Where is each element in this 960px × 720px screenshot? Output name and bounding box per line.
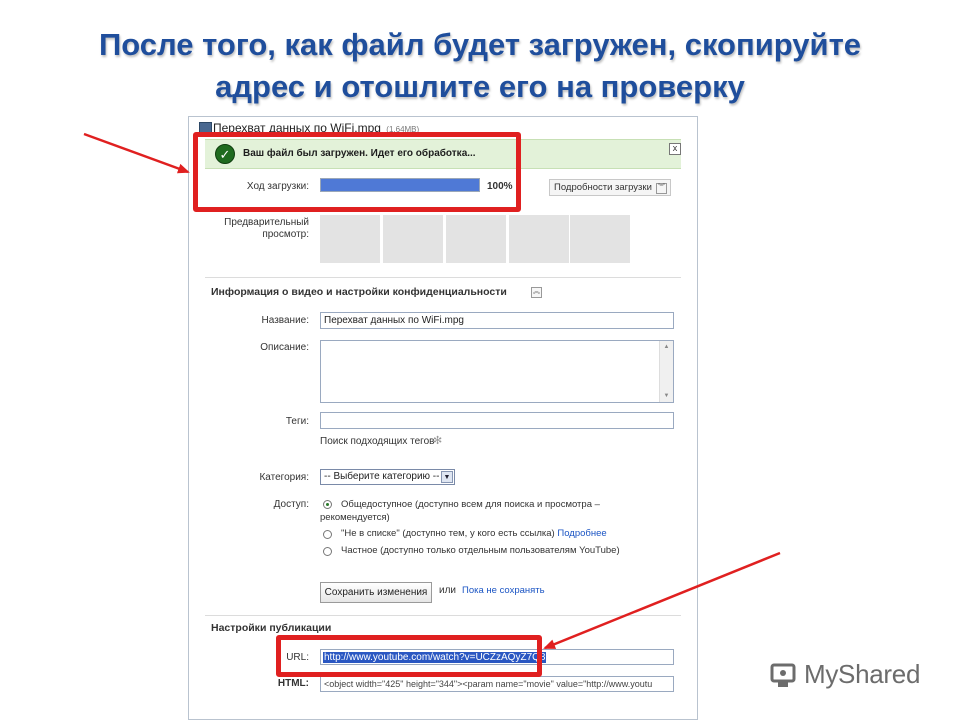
annotation-arrows <box>83 132 781 650</box>
myshared-logo-icon <box>770 663 796 687</box>
arrow-to-status <box>83 132 190 174</box>
arrow-to-url <box>543 551 781 650</box>
myshared-watermark: MyShared <box>768 655 928 695</box>
watermark-text: MyShared <box>804 659 921 689</box>
